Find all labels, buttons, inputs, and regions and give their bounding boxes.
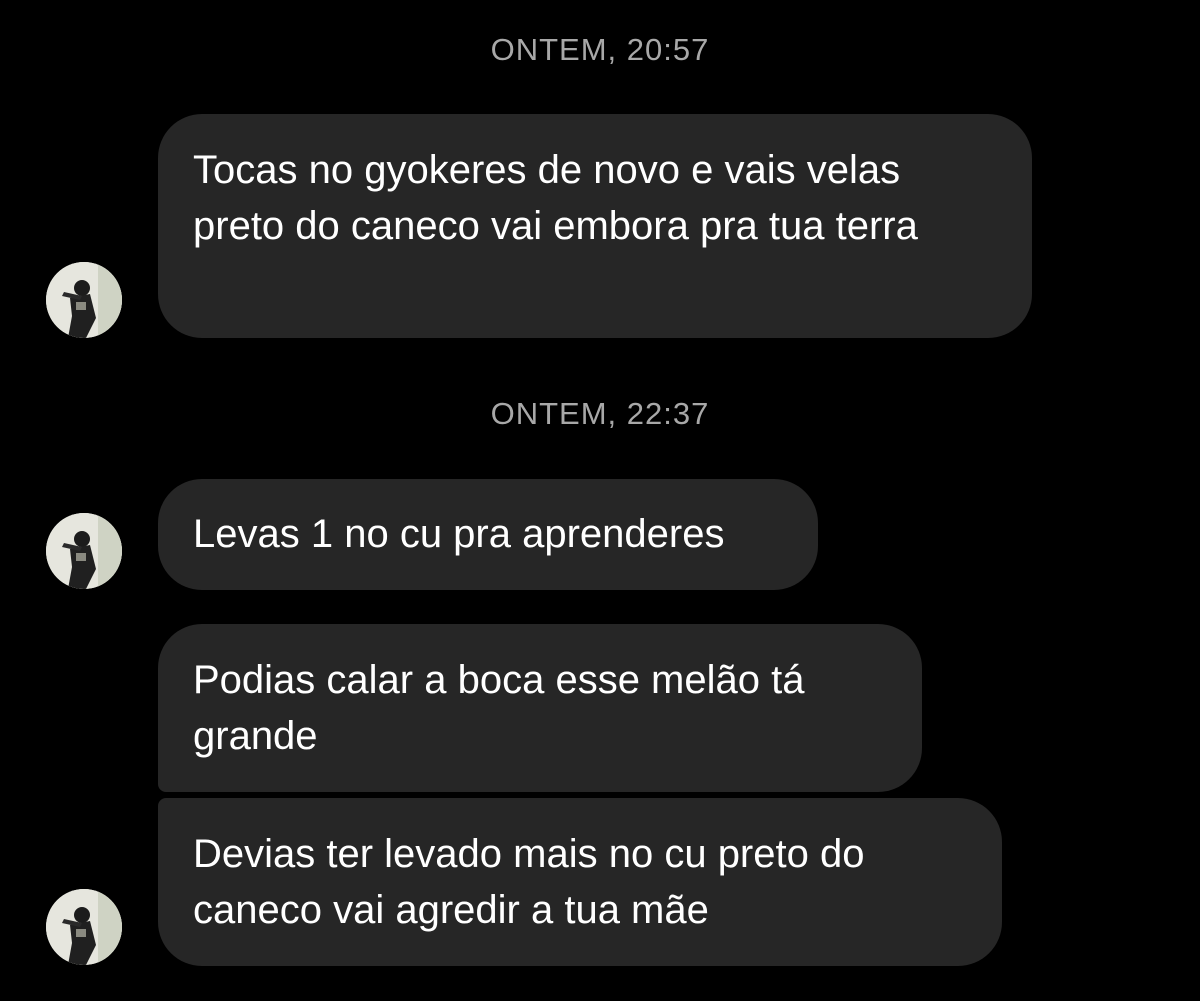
sender-avatar[interactable] <box>46 262 122 338</box>
message-text: Levas 1 no cu pra aprenderes <box>193 512 725 556</box>
sender-avatar[interactable] <box>46 513 122 589</box>
message-text: Devias ter levado mais no cu preto do ca… <box>193 832 865 932</box>
message-bubble[interactable]: Devias ter levado mais no cu preto do ca… <box>158 798 1002 966</box>
message-text: Tocas no gyokeres de novo e vais velas p… <box>193 148 918 248</box>
timestamp-divider: ONTEM, 20:57 <box>490 32 710 67</box>
message-bubble[interactable]: Tocas no gyokeres de novo e vais velas p… <box>158 114 1032 338</box>
message-text: Podias calar a boca esse melão tá grande <box>193 658 805 758</box>
avatar-photo-icon <box>46 889 122 965</box>
timestamp-divider: ONTEM, 22:37 <box>490 396 710 431</box>
message-bubble[interactable]: Podias calar a boca esse melão tá grande <box>158 624 922 792</box>
sender-avatar[interactable] <box>46 889 122 965</box>
message-bubble[interactable]: Levas 1 no cu pra aprenderes <box>158 479 818 590</box>
avatar-photo-icon <box>46 513 122 589</box>
avatar-photo-icon <box>46 262 122 338</box>
